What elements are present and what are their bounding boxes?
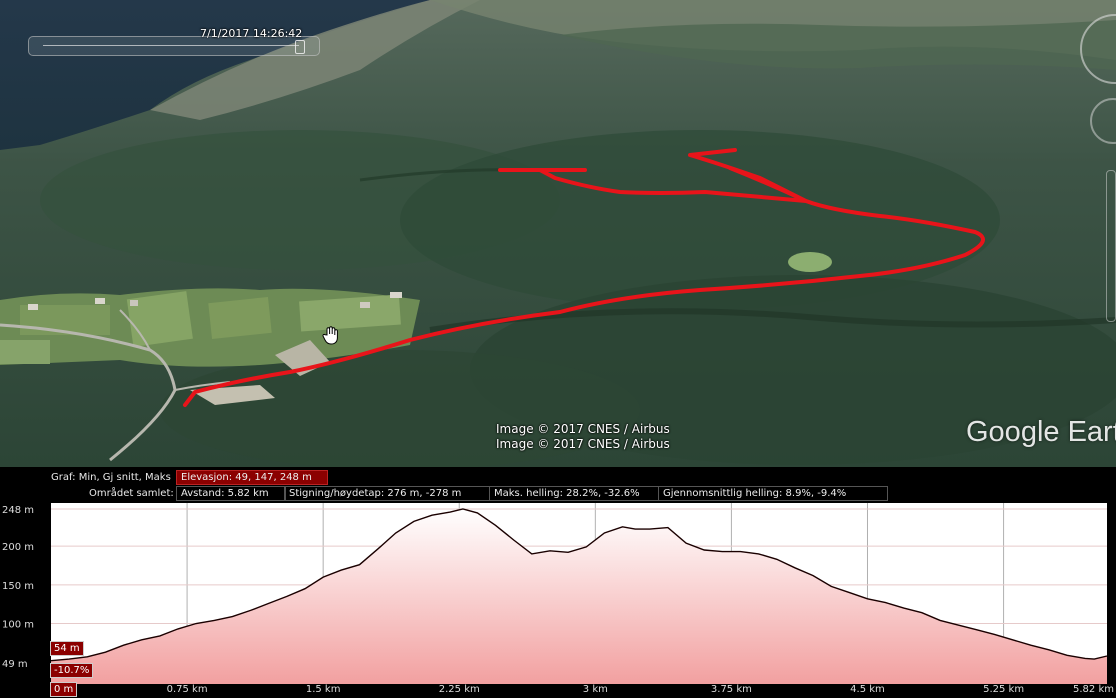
zoom-slider-control[interactable] (1106, 170, 1116, 322)
x-tick-label: 5.25 km (983, 684, 1024, 695)
x-tick-label: 3 km (583, 684, 608, 695)
y-tick-label: 248 m (2, 505, 34, 516)
time-slider-thumb[interactable] (295, 40, 305, 54)
hand-cursor-icon (322, 326, 338, 345)
satellite-terrain[interactable] (0, 0, 1116, 467)
imagery-credit: Image © 2017 CNES / Airbus (496, 422, 670, 436)
cursor-distance-readout: 0 m (50, 682, 78, 697)
cursor-slope-readout: -10.7% (50, 663, 94, 678)
x-tick-label: 2.25 km (439, 684, 480, 695)
google-earth-logo: Google Earth (966, 416, 1116, 448)
x-tick-label: 1.5 km (306, 684, 341, 695)
earth-3d-view[interactable]: 7/1/2017 14:26:42 Image © 2017 CNES / Ai… (0, 0, 1116, 467)
x-tick-label: 4.5 km (850, 684, 885, 695)
x-axis-labels: 0.75 km 1.5 km 2.25 km 3 km 3.75 km 4.5 km 5.2… (167, 684, 1114, 695)
elevation-profile-panel[interactable]: Graf: Min, Gj snitt, Maks Elevasjon: 49,… (0, 467, 1116, 698)
x-tick-label: 0.75 km (167, 684, 208, 695)
timestamp-label: 7/1/2017 14:26:42 (200, 27, 303, 40)
y-tick-label: 200 m (2, 542, 34, 553)
y-tick-label: 49 m (2, 659, 28, 670)
x-tick-label: 3.75 km (711, 684, 752, 695)
x-tick-label: 5.82 km (1073, 684, 1114, 695)
time-slider-track[interactable] (43, 45, 299, 46)
y-tick-label: 150 m (2, 581, 34, 592)
elevation-chart[interactable]: 248 m 200 m 150 m 100 m 49 m 0.75 km 1.5 km 2.… (0, 467, 1116, 698)
y-axis-labels: 248 m 200 m 150 m 100 m 49 m (2, 505, 34, 670)
cursor-elevation-readout: 54 m (50, 641, 84, 656)
imagery-credit: Image © 2017 CNES / Airbus (496, 437, 670, 451)
y-tick-label: 100 m (2, 620, 34, 631)
